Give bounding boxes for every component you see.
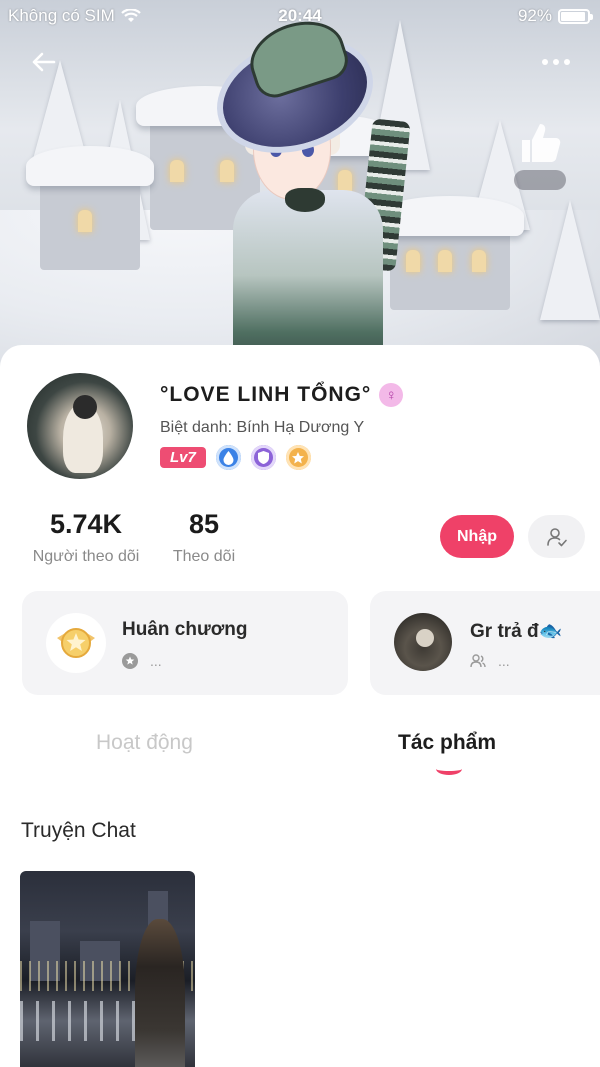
- avatar[interactable]: [27, 373, 133, 479]
- profile-tabs: Hoạt động Tác phẩm: [0, 725, 600, 775]
- water-drop-badge-icon[interactable]: [215, 445, 241, 470]
- medal-panel[interactable]: Huân chương ...: [22, 591, 348, 695]
- active-tab-indicator: [436, 763, 462, 775]
- group-avatar: [394, 613, 452, 671]
- nickname-text: Biệt danh: Bính Hạ Dương Y: [160, 419, 365, 436]
- medal-icon: [46, 613, 106, 673]
- arrow-left-icon[interactable]: [28, 46, 60, 78]
- avatar-character-illustration: [201, 17, 415, 370]
- medal-sub: ...: [122, 653, 162, 669]
- medal-title: Huân chương: [122, 619, 248, 640]
- snow-tree: [540, 200, 600, 320]
- chat-story-thumbnail[interactable]: [20, 871, 195, 1067]
- snow-house: [26, 146, 154, 270]
- star-circle-icon: [122, 653, 138, 669]
- status-bar: Không có SIM 20:44 92%: [0, 0, 600, 32]
- user-check-icon: [546, 527, 567, 546]
- more-dots-icon[interactable]: [538, 52, 574, 72]
- enter-button[interactable]: Nhập: [440, 515, 514, 558]
- badge-row: Lv7: [160, 445, 311, 470]
- shield-badge-icon[interactable]: [250, 445, 276, 470]
- followers-label: Người theo dõi: [32, 548, 140, 565]
- follow-button[interactable]: [528, 515, 585, 558]
- following-count: 85: [188, 509, 220, 539]
- clock-text: 20:44: [278, 6, 322, 25]
- group-title: Gr trả đ🐟: [470, 621, 563, 642]
- thumbs-up-icon[interactable]: [518, 118, 562, 166]
- female-symbol-icon: ♀: [379, 383, 404, 407]
- group-panel[interactable]: Gr trả đ🐟 ...: [370, 591, 600, 695]
- followers-stat[interactable]: 5.74K Người theo dõi: [28, 509, 144, 566]
- like-count-pill[interactable]: [514, 170, 566, 190]
- battery-icon: [558, 8, 593, 24]
- battery-percent: 92%: [517, 6, 552, 25]
- group-sub-text: ...: [498, 653, 510, 669]
- following-stat[interactable]: 85 Theo dõi: [168, 509, 240, 566]
- name-row: °LOVE LINH TỔNG° ♀: [160, 383, 404, 407]
- profile-cover-image: [0, 0, 600, 370]
- group-sub: ...: [470, 653, 510, 669]
- group-members-icon: [470, 654, 486, 668]
- tab-works[interactable]: Tác phẩm: [398, 731, 496, 755]
- profile-card: °LOVE LINH TỔNG° ♀ Biệt danh: Bính Hạ Dư…: [0, 345, 600, 1067]
- followers-count: 5.74K: [49, 509, 123, 539]
- section-title: Truyện Chat: [21, 819, 136, 842]
- following-label: Theo dõi: [172, 548, 236, 565]
- profile-name: °LOVE LINH TỔNG°: [160, 383, 372, 406]
- level-badge[interactable]: Lv7: [160, 447, 206, 468]
- star-medal-badge-icon[interactable]: [285, 445, 311, 470]
- tab-activity[interactable]: Hoạt động: [96, 731, 193, 755]
- medal-sub-text: ...: [150, 653, 162, 669]
